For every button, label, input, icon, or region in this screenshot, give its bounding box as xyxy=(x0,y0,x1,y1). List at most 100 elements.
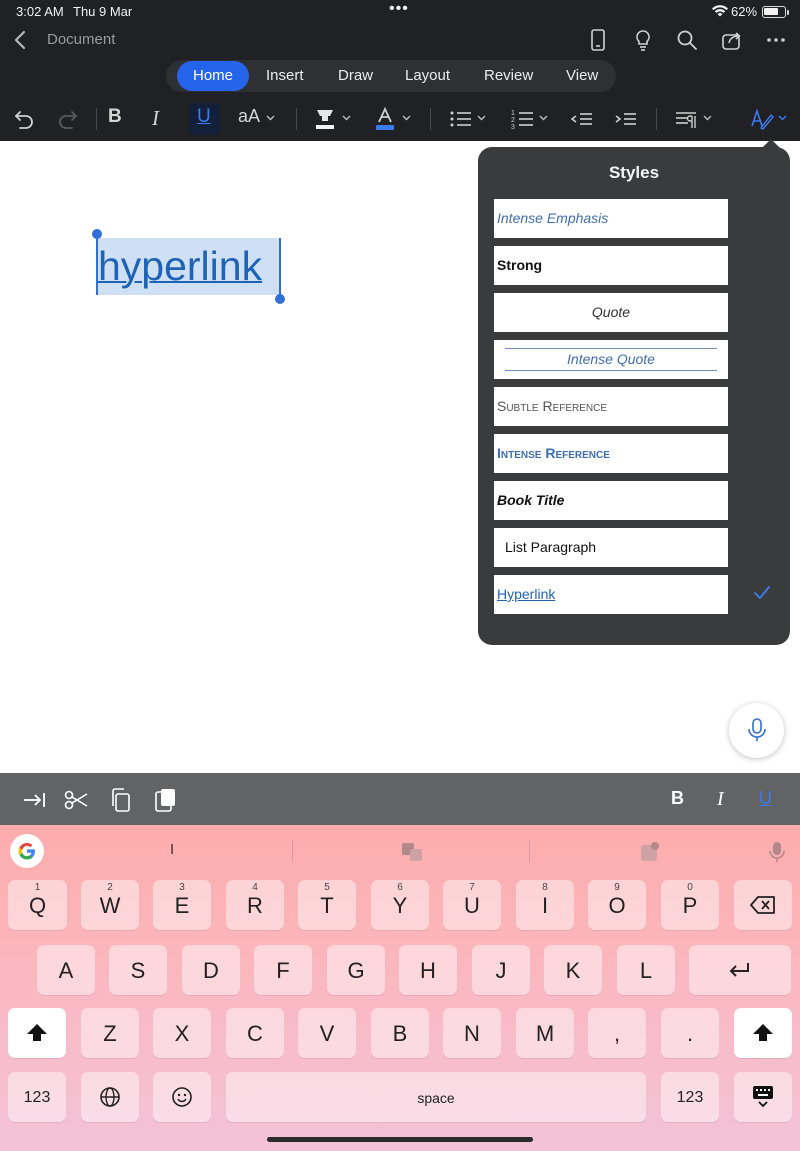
home-indicator[interactable] xyxy=(267,1137,533,1142)
chevron-down-icon[interactable] xyxy=(703,113,712,122)
key-g[interactable]: G xyxy=(327,945,385,995)
chevron-down-icon[interactable] xyxy=(342,113,351,122)
tab-layout[interactable]: Layout xyxy=(405,67,450,84)
chevron-down-icon[interactable] xyxy=(539,113,548,122)
numbers-key-right[interactable]: 123 xyxy=(661,1072,719,1122)
key-a[interactable]: A xyxy=(37,945,95,995)
style-strong[interactable]: Strong xyxy=(494,246,728,285)
style-quote[interactable]: Quote xyxy=(494,293,728,332)
chevron-down-icon[interactable] xyxy=(778,113,787,122)
style-subtle-reference[interactable]: Subtle Reference xyxy=(494,387,728,426)
selected-hyperlink-text[interactable]: hyperlink xyxy=(98,243,262,290)
key-p[interactable]: 0P xyxy=(661,880,719,930)
key-k[interactable]: K xyxy=(544,945,602,995)
backspace-key[interactable] xyxy=(734,880,792,930)
more-options-icon[interactable] xyxy=(764,28,788,52)
style-intense-reference[interactable]: Intense Reference xyxy=(494,434,728,473)
key-z[interactable]: Z xyxy=(81,1008,139,1058)
key-n[interactable]: N xyxy=(443,1008,501,1058)
key-r[interactable]: 4R xyxy=(226,880,284,930)
key-t[interactable]: 5T xyxy=(298,880,356,930)
key-h[interactable]: H xyxy=(399,945,457,995)
document-title[interactable]: Document xyxy=(47,31,115,48)
undo-icon[interactable] xyxy=(12,106,36,132)
chevron-down-icon[interactable] xyxy=(266,113,275,122)
style-intense-quote[interactable]: Intense Quote xyxy=(494,340,728,379)
key-comma[interactable]: , xyxy=(588,1008,646,1058)
copy-icon[interactable] xyxy=(108,787,134,813)
styles-icon[interactable] xyxy=(749,106,775,132)
style-list-paragraph[interactable]: List Paragraph xyxy=(494,528,728,567)
keyboard-underline-button[interactable]: U xyxy=(759,788,772,809)
multitasking-dots-icon[interactable]: ••• xyxy=(389,0,409,18)
hide-keyboard-key[interactable] xyxy=(734,1072,792,1122)
shift-key-right[interactable] xyxy=(734,1008,792,1058)
style-hyperlink[interactable]: Hyperlink xyxy=(494,575,728,614)
dictate-button[interactable] xyxy=(729,703,784,758)
selection-start-handle[interactable] xyxy=(92,229,102,239)
key-j[interactable]: J xyxy=(472,945,530,995)
tab-home[interactable]: Home xyxy=(177,61,249,91)
emoji-key[interactable] xyxy=(153,1072,211,1122)
keyboard-italic-button[interactable]: I xyxy=(717,788,724,811)
key-f[interactable]: F xyxy=(254,945,312,995)
key-e[interactable]: 3E xyxy=(153,880,211,930)
lightbulb-icon[interactable] xyxy=(631,28,655,52)
numbers-key-left[interactable]: 123 xyxy=(8,1072,66,1122)
key-period[interactable]: . xyxy=(661,1008,719,1058)
translate-icon[interactable] xyxy=(400,840,424,864)
key-l[interactable]: L xyxy=(617,945,675,995)
selection-start-line xyxy=(96,235,98,295)
bullet-list-icon[interactable] xyxy=(448,106,474,132)
decrease-indent-icon[interactable] xyxy=(570,106,594,132)
increase-indent-icon[interactable] xyxy=(614,106,638,132)
tab-view[interactable]: View xyxy=(566,67,598,84)
chevron-down-icon[interactable] xyxy=(402,113,411,122)
underline-button[interactable]: U xyxy=(197,106,211,128)
key-b[interactable]: B xyxy=(371,1008,429,1058)
tab-indent-icon[interactable] xyxy=(22,787,48,813)
key-v[interactable]: V xyxy=(298,1008,356,1058)
return-key[interactable] xyxy=(689,945,791,995)
key-m[interactable]: M xyxy=(516,1008,574,1058)
tab-insert[interactable]: Insert xyxy=(266,67,304,84)
key-d[interactable]: D xyxy=(182,945,240,995)
italic-button[interactable]: I xyxy=(152,106,159,131)
key-c[interactable]: C xyxy=(226,1008,284,1058)
key-s[interactable]: S xyxy=(109,945,167,995)
key-q[interactable]: 1Q xyxy=(8,880,67,930)
cut-scissors-icon[interactable] xyxy=(63,787,89,813)
key-o[interactable]: 9O xyxy=(588,880,646,930)
suggestion-word[interactable]: I xyxy=(170,841,174,858)
style-book-title[interactable]: Book Title xyxy=(494,481,728,520)
tab-draw[interactable]: Draw xyxy=(338,67,373,84)
bold-button[interactable]: B xyxy=(108,106,122,128)
redo-icon[interactable] xyxy=(56,106,80,132)
search-icon[interactable] xyxy=(675,28,699,52)
key-i[interactable]: 8I xyxy=(516,880,574,930)
phone-view-icon[interactable] xyxy=(586,28,610,52)
globe-key[interactable] xyxy=(81,1072,139,1122)
space-key[interactable]: space xyxy=(226,1072,646,1122)
tab-review[interactable]: Review xyxy=(484,67,533,84)
google-logo-icon[interactable] xyxy=(10,834,44,868)
numbered-list-icon[interactable]: 1 2 3 xyxy=(510,106,536,132)
key-x[interactable]: X xyxy=(153,1008,211,1058)
key-w[interactable]: 2W xyxy=(81,880,139,930)
share-icon[interactable] xyxy=(720,28,744,52)
key-u[interactable]: 7U xyxy=(443,880,501,930)
selection-end-handle[interactable] xyxy=(275,294,285,304)
voice-input-icon[interactable] xyxy=(765,840,789,864)
keyboard-bold-button[interactable]: B xyxy=(671,788,684,809)
back-chevron-icon[interactable] xyxy=(10,28,32,52)
chevron-down-icon[interactable] xyxy=(477,113,486,122)
sticker-icon[interactable] xyxy=(638,840,662,864)
highlighter-icon[interactable] xyxy=(313,106,337,132)
shift-key-left[interactable] xyxy=(8,1008,66,1058)
key-y[interactable]: 6Y xyxy=(371,880,429,930)
font-color-icon[interactable] xyxy=(373,106,397,132)
style-intense-emphasis[interactable]: Intense Emphasis xyxy=(494,199,728,238)
font-size-button[interactable]: aA xyxy=(238,106,260,127)
paragraph-format-icon[interactable] xyxy=(674,106,700,132)
paste-icon[interactable] xyxy=(152,787,178,813)
